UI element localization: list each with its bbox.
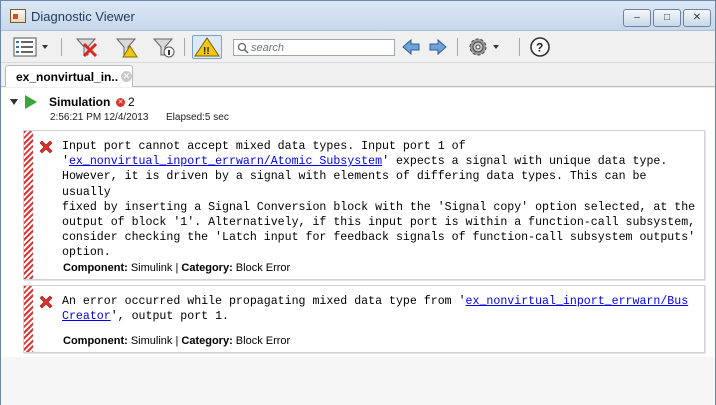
diagnostic-message: Input port cannot accept mixed data type… — [23, 130, 705, 280]
collapse-caret-icon[interactable] — [10, 99, 18, 105]
error-count: 2 — [128, 95, 135, 109]
block-link[interactable]: Creator — [62, 310, 111, 323]
back-arrow-icon[interactable] — [401, 36, 421, 58]
search-icon — [237, 42, 249, 54]
error-x-icon — [39, 295, 53, 309]
toolbar-separator — [457, 38, 458, 56]
message-footer: Component: Simulink | Category: Block Er… — [63, 335, 291, 347]
block-link[interactable]: ex_nonvirtual_inport_errwarn/Bus — [466, 295, 689, 308]
toolbar-separator — [184, 38, 185, 56]
warnings-toggle-button[interactable]: !! — [192, 35, 222, 59]
forward-arrow-icon[interactable] — [428, 36, 448, 58]
view-menu-icon[interactable] — [13, 36, 53, 58]
error-count-icon: ✕ — [116, 98, 125, 107]
search-input[interactable] — [251, 40, 391, 55]
gear-icon[interactable] — [467, 36, 507, 58]
minimize-button[interactable]: – — [623, 9, 651, 27]
help-icon[interactable]: ? — [529, 36, 553, 58]
tab-label: ex_nonvirtual_in..​ — [16, 70, 119, 84]
message-footer: Component: Simulink | Category: Block Er… — [63, 262, 291, 274]
maximize-button[interactable]: □ — [653, 9, 681, 27]
toolbar-separator — [61, 38, 62, 56]
app-icon — [10, 9, 26, 23]
message-text: Input port cannot accept mixed data type… — [62, 140, 696, 260]
close-button[interactable]: ✕ — [683, 9, 711, 27]
simulation-label: Simulation — [49, 95, 111, 109]
simulation-timestamp: 2:56:21 PM 12/4/2013 — [50, 112, 149, 123]
message-text: An error occurred while propagating mixe… — [62, 295, 689, 324]
search-box[interactable] — [233, 39, 395, 56]
diagnostic-message: An error occurred while propagating mixe… — [23, 285, 705, 353]
svg-text:?: ? — [536, 41, 543, 55]
filter-info-icon[interactable] — [151, 36, 177, 58]
tab-close-icon[interactable]: ✕ — [121, 71, 132, 82]
diagnostics-pane: Simulation ✕ 2 2:56:21 PM 12/4/2013 Elap… — [1, 88, 715, 405]
svg-text:!!: !! — [203, 46, 210, 57]
simulation-run-icon — [25, 95, 37, 109]
block-link[interactable]: ex_nonvirtual_inport_errwarn/Atomic Subs… — [69, 155, 382, 168]
toolbar-separator — [519, 38, 520, 56]
filter-icon[interactable] — [114, 36, 140, 58]
diagnostic-viewer-window: Diagnostic Viewer – □ ✕ !! search ? ex_n… — [0, 0, 716, 405]
warnings-icon: !! — [194, 37, 220, 57]
window-title: Diagnostic Viewer — [31, 9, 135, 24]
error-stripe — [24, 286, 33, 352]
error-x-icon — [39, 140, 53, 154]
error-stripe — [24, 131, 33, 279]
title-bar: Diagnostic Viewer – □ ✕ — [1, 1, 715, 31]
simulation-elapsed: Elapsed:5 sec — [166, 112, 229, 123]
clear-all-icon[interactable] — [74, 36, 100, 58]
toolbar: !! ? — [1, 31, 715, 63]
empty-area — [1, 357, 715, 405]
tab-model[interactable]: ex_nonvirtual_in..​ ✕ — [5, 65, 133, 87]
tab-strip: ex_nonvirtual_in..​ ✕ — [1, 63, 715, 87]
